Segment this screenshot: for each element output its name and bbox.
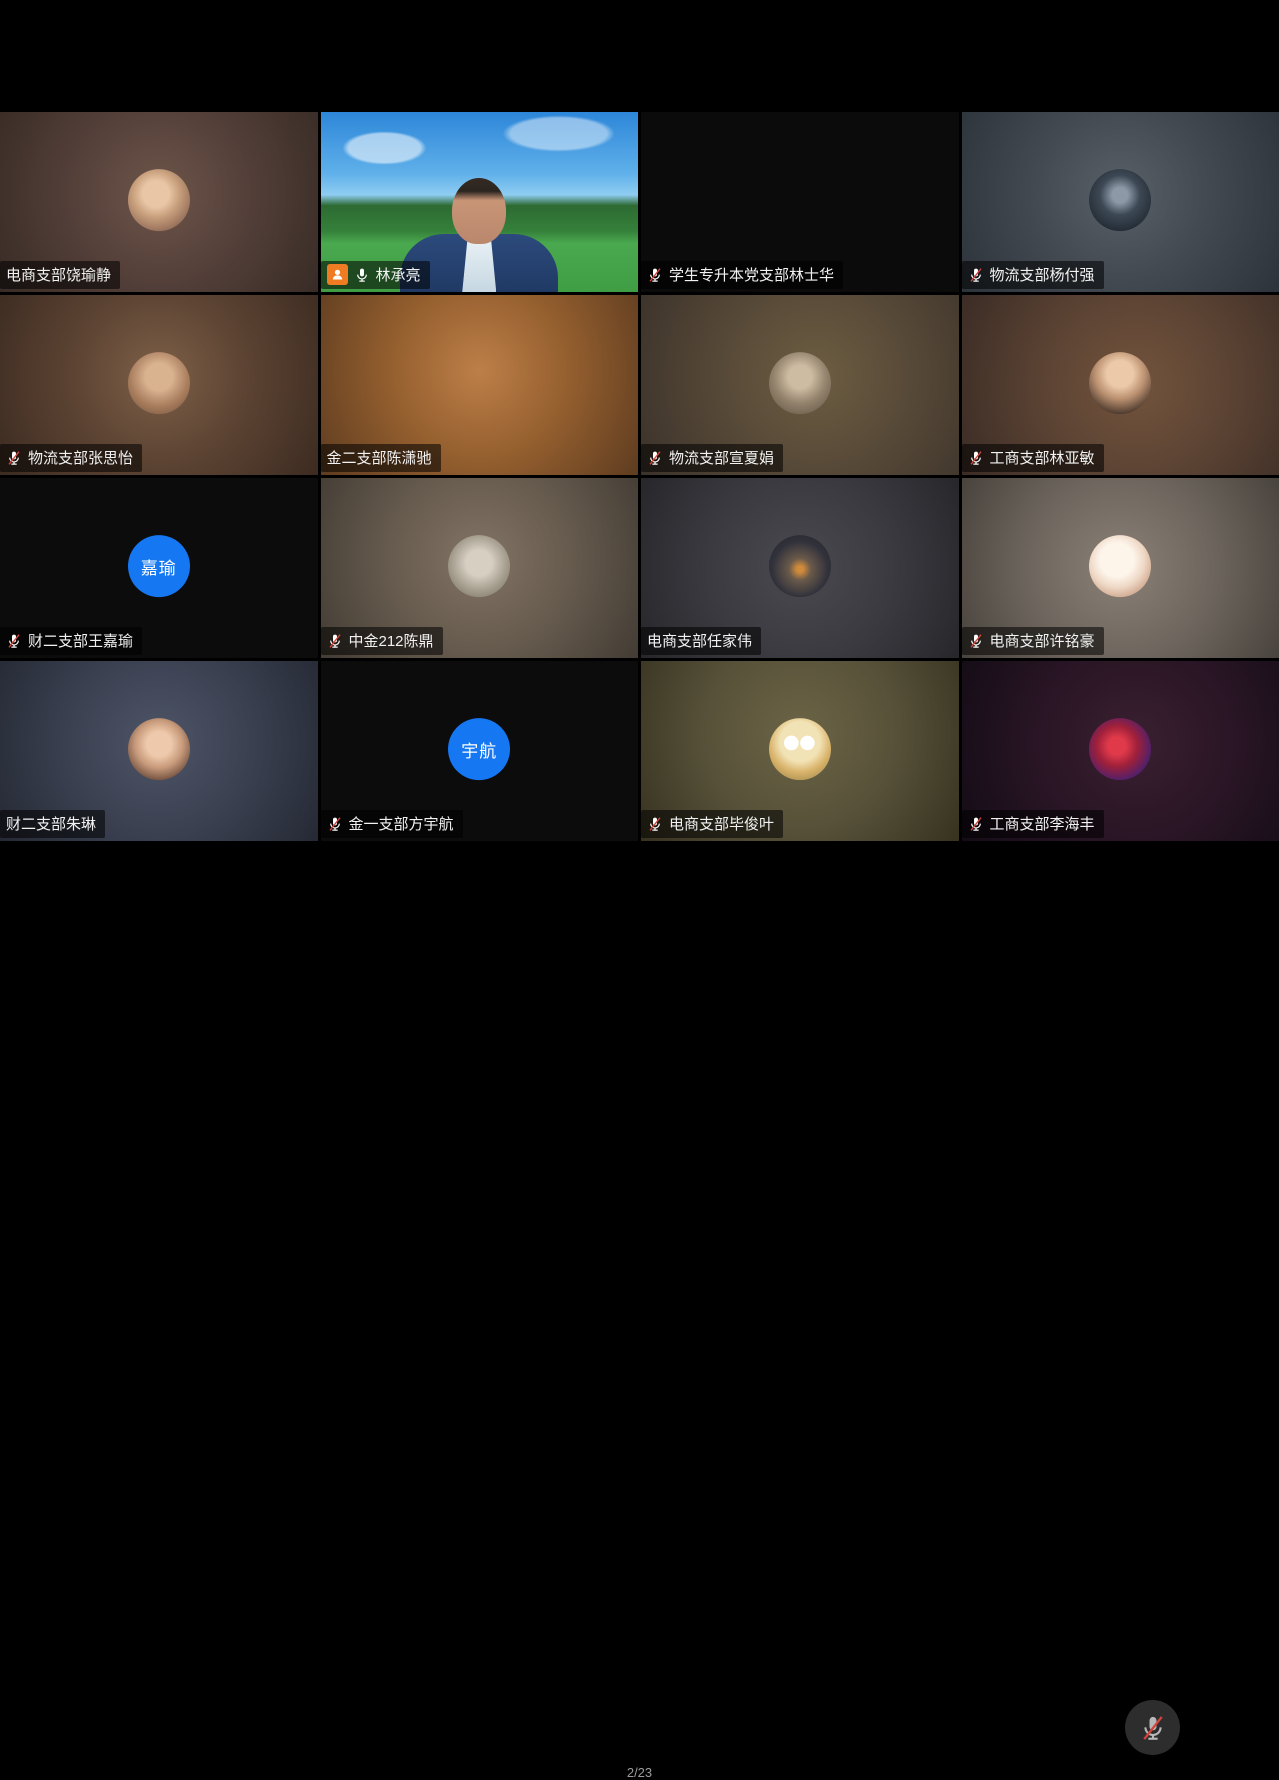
mic-muted-icon [647,450,663,466]
participant-name: 电商支部毕俊叶 [669,813,774,834]
participant-tile[interactable]: 宇航金一支部方宇航 [321,661,639,841]
participant-name: 工商支部李海丰 [990,813,1095,834]
participant-avatar-photo [1089,169,1151,231]
participant-name-label: 中金212陈鼎 [321,627,443,655]
participant-avatar-photo [1089,718,1151,780]
participant-avatar-photo [448,535,510,597]
participant-tile[interactable]: 财二支部朱琳 [0,661,318,841]
participant-avatar-photo [1089,535,1151,597]
participant-avatar-photo [769,535,831,597]
participant-tile[interactable]: 林承亮 [321,112,639,292]
mic-muted-icon [968,267,984,283]
participant-name: 物流支部张思怡 [28,447,133,468]
participant-name-label: 学生专升本党支部林士华 [641,261,843,289]
participant-tile[interactable]: 电商支部饶瑜静 [0,112,318,292]
participant-avatar-initials: 嘉瑜 [128,535,190,597]
participant-name: 电商支部饶瑜静 [6,264,111,285]
participant-avatar-photo [448,352,510,414]
participant-name: 金一支部方宇航 [349,813,454,834]
participant-name-label: 财二支部王嘉瑜 [0,627,142,655]
participant-name: 物流支部杨付强 [990,264,1095,285]
participant-name: 财二支部王嘉瑜 [28,630,133,651]
participant-name: 金二支部陈潇驰 [327,447,432,468]
participant-name: 工商支部林亚敏 [990,447,1095,468]
mic-muted-icon [6,450,22,466]
participant-tile[interactable]: 中金212陈鼎 [321,478,639,658]
participant-avatar-photo [769,352,831,414]
participant-tile[interactable]: 电商支部毕俊叶 [641,661,959,841]
participant-name-label: 电商支部饶瑜静 [0,261,120,289]
participant-tile[interactable]: 电商支部许铭豪 [962,478,1279,658]
participant-name-label: 物流支部张思怡 [0,444,142,472]
mic-muted-icon [1139,1714,1167,1742]
mic-muted-icon [968,816,984,832]
mic-toggle-button[interactable] [1125,1700,1180,1755]
participant-name-label: 电商支部任家伟 [641,627,761,655]
participant-name: 学生专升本党支部林士华 [669,264,834,285]
participant-name: 电商支部任家伟 [647,630,752,651]
participant-name-label: 工商支部林亚敏 [962,444,1104,472]
participant-tile[interactable]: 金二支部陈潇驰 [321,295,639,475]
participant-name-label: 电商支部毕俊叶 [641,810,783,838]
page-indicator: 2/23 [0,1765,1279,1780]
participant-tile[interactable]: 物流支部张思怡 [0,295,318,475]
mic-on-icon [354,267,370,283]
participant-tile[interactable]: 嘉瑜财二支部王嘉瑜 [0,478,318,658]
participant-name: 物流支部宣夏娟 [669,447,774,468]
participant-tile[interactable]: 电商支部任家伟 [641,478,959,658]
participant-tile[interactable]: 学生专升本党支部林士华 [641,112,959,292]
participant-avatar-photo [769,718,831,780]
participant-name-label: 金一支部方宇航 [321,810,463,838]
mic-muted-icon [327,816,343,832]
participant-name-label: 财二支部朱琳 [0,810,105,838]
participant-name-label: 电商支部许铭豪 [962,627,1104,655]
participant-grid: 电商支部饶瑜静 林承亮 学生专升本党支部林士华 物流支部杨付强物流支部张思怡 金二支部陈… [0,112,1279,841]
mic-muted-icon [327,633,343,649]
mic-muted-icon [6,633,22,649]
participant-avatar-initials: 宇航 [448,718,510,780]
top-black-bar [0,0,1279,112]
mic-muted-icon [647,267,663,283]
participant-avatar-photo [128,169,190,231]
participant-tile[interactable]: 工商支部林亚敏 [962,295,1279,475]
mic-muted-icon [647,816,663,832]
bottom-control-bar: 2/23 [0,841,1279,959]
participant-tile[interactable]: 物流支部杨付强 [962,112,1279,292]
participant-name-label: 物流支部杨付强 [962,261,1104,289]
mic-muted-icon [968,450,984,466]
participant-name-label: 工商支部李海丰 [962,810,1104,838]
host-icon [327,264,348,285]
participant-name-label: 林承亮 [321,261,430,289]
participant-avatar-photo [128,352,190,414]
participant-name: 林承亮 [376,264,421,285]
participant-name: 财二支部朱琳 [6,813,96,834]
participant-name: 中金212陈鼎 [349,630,434,651]
participant-tile[interactable]: 工商支部李海丰 [962,661,1279,841]
participant-name: 电商支部许铭豪 [990,630,1095,651]
participant-avatar-photo [1089,352,1151,414]
participant-tile[interactable]: 物流支部宣夏娟 [641,295,959,475]
participant-name-label: 金二支部陈潇驰 [321,444,441,472]
mic-muted-icon [968,633,984,649]
participant-name-label: 物流支部宣夏娟 [641,444,783,472]
participant-avatar-photo [128,718,190,780]
